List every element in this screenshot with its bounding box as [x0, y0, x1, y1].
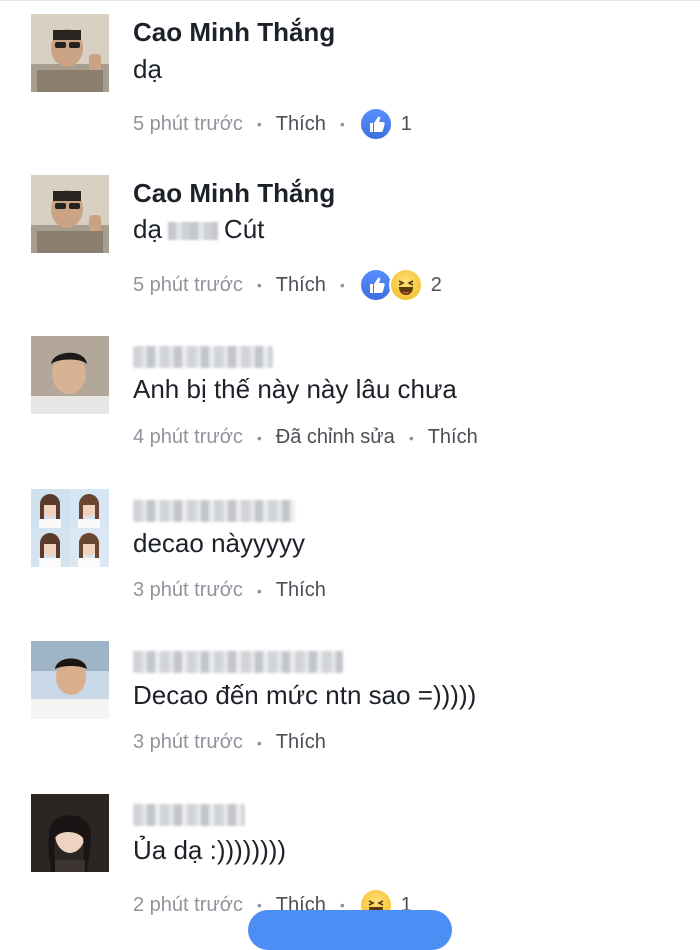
blurred-author-name[interactable] — [133, 804, 245, 826]
comment-text: dạ Cút — [133, 214, 264, 245]
separator-dot: • — [339, 277, 345, 293]
comment-time[interactable]: 5 phút trước — [133, 113, 243, 136]
comment-text: Decao đến mức ntn sao =))))) — [133, 680, 477, 710]
avatar[interactable] — [31, 794, 109, 872]
comment-text: decao nàyyyyy — [133, 528, 305, 558]
blurred-author-name[interactable] — [133, 346, 273, 368]
separator-dot: • — [256, 582, 262, 599]
comment-meta: 5 phút trước • Thích • 1 — [133, 107, 412, 141]
new-comments-button[interactable] — [248, 910, 452, 950]
reaction-count[interactable]: 2 — [431, 274, 442, 297]
haha-reaction-icon[interactable] — [388, 268, 423, 302]
separator-dot: • — [256, 116, 262, 132]
like-link[interactable]: Thích — [276, 274, 326, 297]
like-reaction-icon[interactable] — [358, 107, 393, 141]
comment-meta: 3 phút trước • Thích — [133, 579, 326, 602]
reaction-count[interactable]: 1 — [401, 113, 412, 136]
separator-dot: • — [256, 429, 262, 446]
like-reaction-icon[interactable] — [358, 268, 393, 302]
like-link[interactable]: Thích — [276, 579, 326, 602]
comment-time[interactable]: 3 phút trước — [133, 579, 243, 602]
comment-time[interactable]: 3 phút trước — [133, 731, 243, 754]
comment-text-end: Cút — [223, 214, 265, 244]
comment-author[interactable]: Cao Minh Thắng — [133, 178, 335, 209]
comment-time[interactable]: 5 phút trước — [133, 274, 243, 297]
comment-text-start: dạ — [133, 214, 162, 244]
avatar[interactable] — [31, 175, 109, 253]
avatar[interactable] — [31, 14, 109, 92]
comment-text: dạ — [133, 54, 162, 84]
separator-dot: • — [256, 277, 262, 293]
censored-word — [167, 222, 218, 241]
top-divider — [0, 0, 700, 1]
comment-text: Anh bị thế này này lâu chưa — [133, 374, 457, 404]
avatar[interactable] — [31, 489, 109, 567]
comment-author[interactable]: Cao Minh Thắng — [133, 17, 335, 48]
edited-link[interactable]: Đã chỉnh sửa — [276, 426, 395, 449]
comment-text: Ủa dạ :)))))))) — [133, 835, 287, 865]
like-link[interactable]: Thích — [276, 113, 326, 136]
blurred-author-name[interactable] — [133, 500, 295, 522]
comment-meta: 5 phút trước • Thích • 2 — [133, 268, 442, 302]
like-link[interactable]: Thích — [276, 731, 326, 754]
blurred-author-name[interactable] — [133, 651, 343, 673]
like-link[interactable]: Thích — [428, 426, 478, 449]
comment-meta: 3 phút trước • Thích — [133, 731, 326, 754]
separator-dot: • — [408, 429, 414, 446]
comment-meta: 4 phút trước • Đã chỉnh sửa • Thích — [133, 426, 478, 449]
comment-time[interactable]: 2 phút trước — [133, 894, 243, 917]
avatar[interactable] — [31, 641, 109, 719]
avatar[interactable] — [31, 336, 109, 414]
separator-dot: • — [339, 116, 345, 132]
comment-time[interactable]: 4 phút trước — [133, 426, 243, 449]
separator-dot: • — [256, 734, 262, 751]
